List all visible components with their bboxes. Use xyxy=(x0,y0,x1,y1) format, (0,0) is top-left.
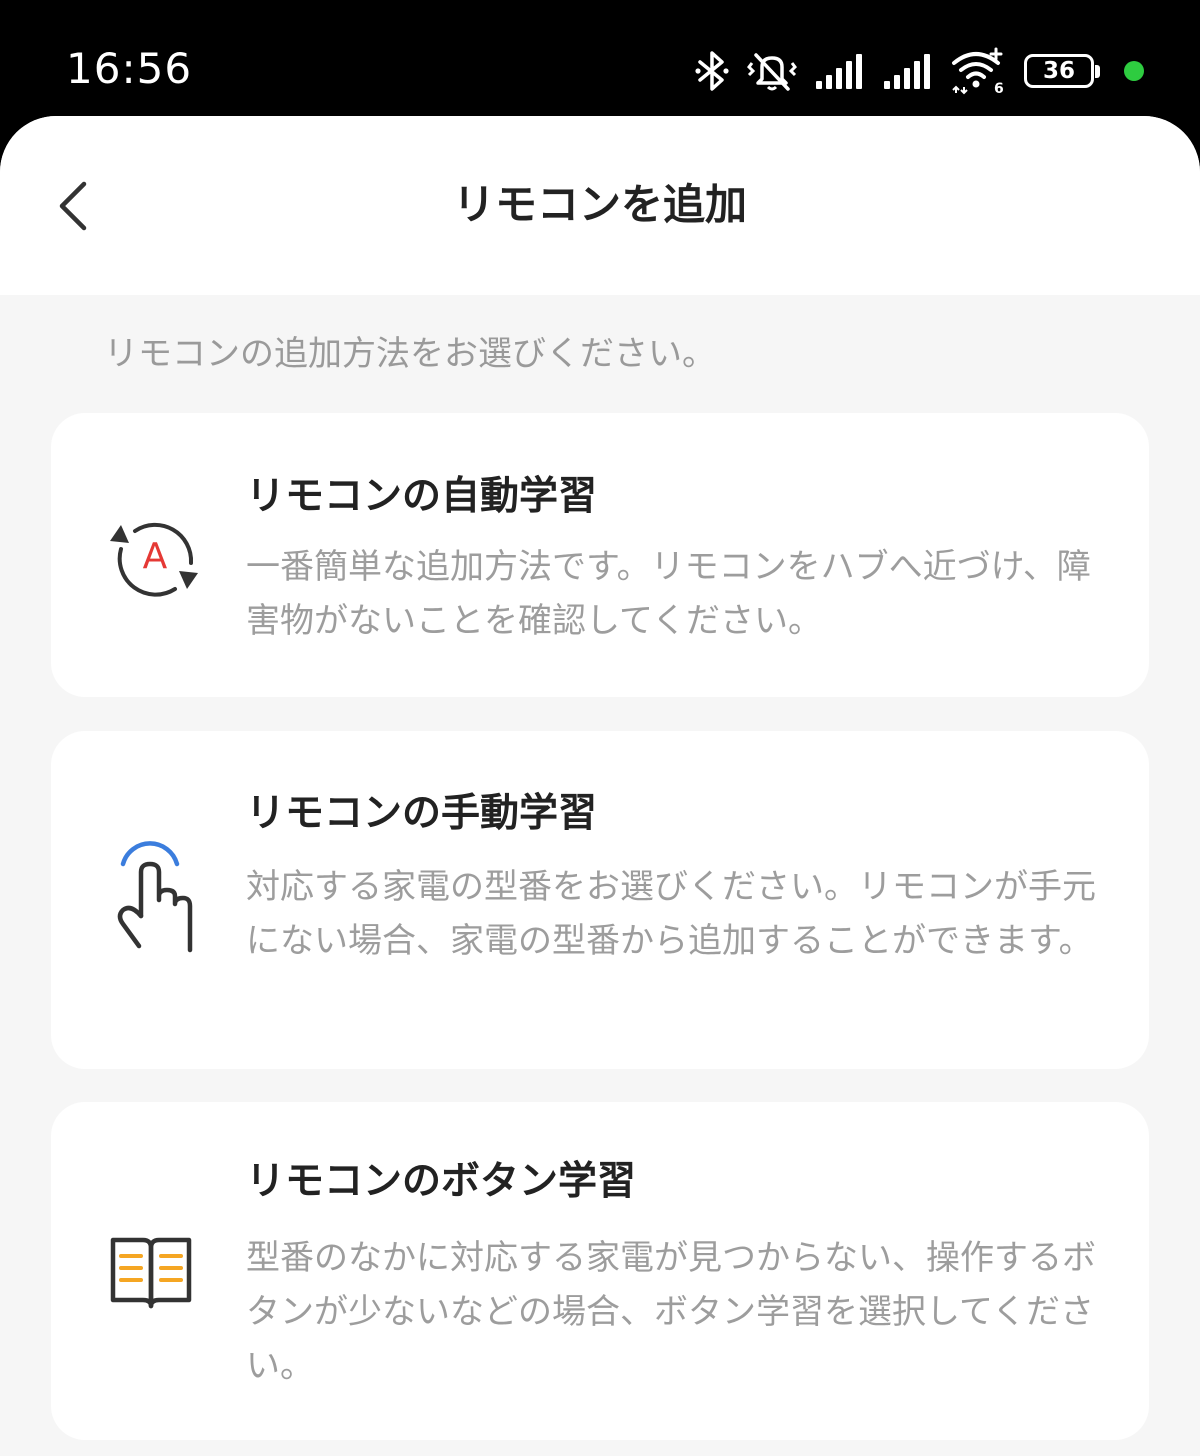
auto-learning-card[interactable]: A リモコンの自動学習 一番簡単な追加方法です。リモコンをハブへ近づけ、障害物が… xyxy=(51,413,1149,697)
manual-learning-card[interactable]: リモコンの手動学習 対応する家電の型番をお選びください。リモコンが手元にない場合… xyxy=(51,731,1149,1069)
button-learning-card[interactable]: リモコンのボタン学習 型番のなかに対応する家電が見つからない、操作するボタンが少… xyxy=(51,1102,1149,1440)
option-title: リモコンの自動学習 xyxy=(246,474,598,519)
option-title: リモコンのボタン学習 xyxy=(246,1159,637,1204)
option-description: 一番簡単な追加方法です。リモコンをハブへ近づけ、障害物がないことを確認してくださ… xyxy=(246,547,1091,641)
option-description: 型番のなかに対応する家電が見つからない、操作するボタンが少ないなどの場合、ボタン… xyxy=(246,1238,1096,1386)
bluetooth-icon xyxy=(694,49,730,93)
option-description: 対応する家電の型番をお選びください。リモコンが手元にない場合、家電の型番から追加… xyxy=(246,867,1096,961)
open-book-icon xyxy=(107,1234,195,1314)
svg-text:A: A xyxy=(143,536,168,577)
wifi-6-icon: 6 xyxy=(950,47,1008,95)
vibrate-off-icon xyxy=(746,49,798,93)
battery-icon: 36 xyxy=(1024,54,1100,88)
bottom-sheet: リモコンを追加 リモコンの追加方法をお選びください。 A リモコンの自動学習 一… xyxy=(0,116,1200,1456)
tap-hand-icon xyxy=(107,834,197,958)
status-time: 16:56 xyxy=(66,44,193,93)
header: リモコンを追加 xyxy=(0,116,1200,295)
signal-icon xyxy=(882,51,934,91)
signal-icon xyxy=(814,51,866,91)
page-title: リモコンを追加 xyxy=(452,180,747,229)
status-icons: 6 36 xyxy=(694,44,1144,98)
auto-sync-a-icon: A xyxy=(107,511,203,607)
option-title: リモコンの手動学習 xyxy=(246,791,598,836)
instruction-text: リモコンの追加方法をお選びください。 xyxy=(104,334,716,374)
status-dot xyxy=(1124,61,1144,81)
svg-text:6: 6 xyxy=(994,81,1004,95)
